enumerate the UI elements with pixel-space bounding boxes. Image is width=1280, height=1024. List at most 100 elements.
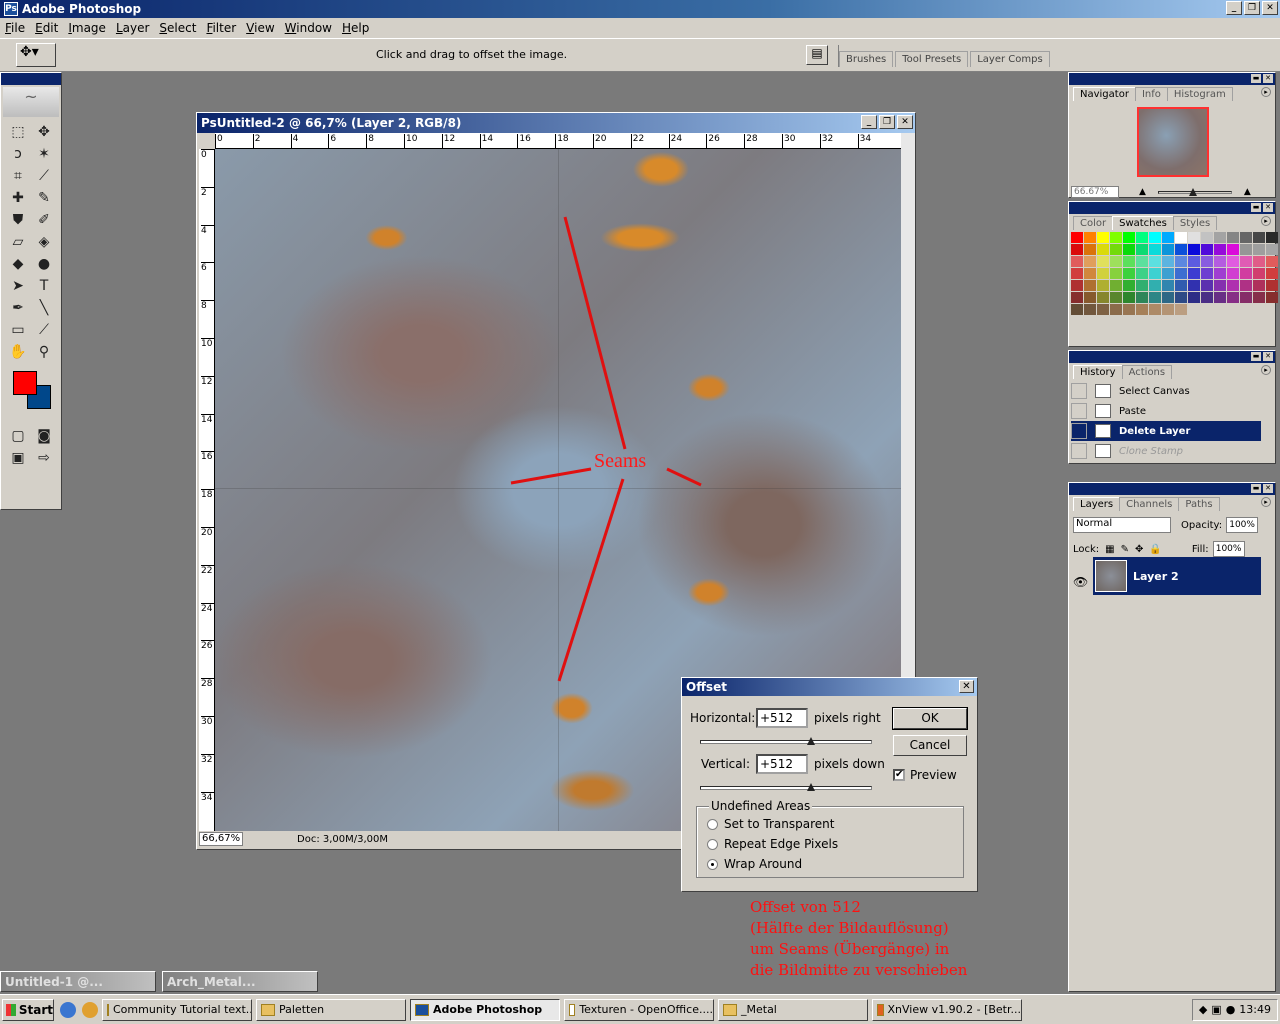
brush-tool-icon[interactable]: ✎ (31, 187, 57, 209)
swatch[interactable] (1227, 268, 1239, 279)
healing-brush-tool-icon[interactable]: ✚ (5, 187, 31, 209)
swatch[interactable] (1188, 256, 1200, 267)
radio-set-transparent[interactable] (707, 818, 718, 830)
swatch[interactable] (1136, 280, 1148, 291)
standard-mode-icon[interactable]: ▢ (5, 425, 31, 447)
swatch[interactable] (1084, 280, 1096, 291)
file-browser-icon[interactable]: ▤ (806, 45, 828, 65)
swatch[interactable] (1240, 244, 1252, 255)
foreground-color[interactable] (13, 371, 37, 395)
swatch[interactable] (1201, 268, 1213, 279)
swatch[interactable] (1175, 268, 1187, 279)
swatch[interactable] (1110, 304, 1122, 315)
preview-checkbox[interactable]: ✔ (893, 769, 905, 781)
swatch[interactable] (1240, 280, 1252, 291)
swatch[interactable] (1240, 292, 1252, 303)
swatch[interactable] (1149, 244, 1161, 255)
history-item[interactable]: Paste (1071, 401, 1261, 421)
eye-visibility-icon[interactable]: 👁 (1073, 575, 1088, 589)
swatch[interactable] (1123, 256, 1135, 267)
tray-icon[interactable]: ▣ (1211, 1003, 1221, 1016)
swatch[interactable] (1071, 256, 1083, 267)
lock-image-icon[interactable]: ✎ (1121, 544, 1129, 555)
zoom-in-icon[interactable]: ▲ (1244, 187, 1251, 197)
task-adobe-photoshop[interactable]: Adobe Photoshop (410, 998, 560, 1021)
swatch[interactable] (1201, 244, 1213, 255)
dialog-close-button[interactable]: ✕ (959, 680, 974, 693)
dodge-tool-icon[interactable]: ● (31, 253, 57, 275)
line-tool-icon[interactable]: ╲ (31, 297, 57, 319)
task-xnview[interactable]: XnView v1.90.2 - [Betr... (872, 998, 1022, 1021)
palette-close-button[interactable]: ✕ (1263, 203, 1273, 212)
horizontal-ruler[interactable]: 0 2 4 6 8 10 12 14 16 18 20 22 24 26 28 30 32 34 (215, 133, 915, 149)
swatch[interactable] (1071, 232, 1083, 243)
swatch[interactable] (1071, 280, 1083, 291)
swatch[interactable] (1201, 256, 1213, 267)
layer-row-selected[interactable]: Layer 2 (1093, 557, 1261, 595)
swatch[interactable] (1136, 268, 1148, 279)
blend-mode-select[interactable]: Normal (1073, 517, 1171, 533)
doc-close-button[interactable]: ✕ (897, 115, 913, 129)
swatch[interactable] (1266, 292, 1278, 303)
tab-paths[interactable]: Paths (1178, 497, 1220, 511)
task-community-tutorial[interactable]: Community Tutorial text... (102, 998, 252, 1021)
restore-button[interactable]: ❐ (1244, 1, 1260, 15)
swatch[interactable] (1136, 292, 1148, 303)
swatch[interactable] (1123, 292, 1135, 303)
navigator-thumbnail[interactable] (1137, 107, 1209, 177)
history-brush-tool-icon[interactable]: ✐ (31, 209, 57, 231)
start-button[interactable]: Start (2, 998, 54, 1021)
doc-size[interactable]: Doc: 3,00M/3,00M (297, 834, 388, 845)
swatch[interactable] (1110, 244, 1122, 255)
swatch[interactable] (1097, 244, 1109, 255)
palette-header[interactable]: ▬ ✕ (1069, 351, 1275, 363)
swatch[interactable] (1162, 244, 1174, 255)
swatch[interactable] (1266, 256, 1278, 267)
palette-minimize-button[interactable]: ▬ (1251, 352, 1261, 361)
swatch[interactable] (1214, 232, 1226, 243)
swatch[interactable] (1240, 256, 1252, 267)
swatch[interactable] (1162, 256, 1174, 267)
palette-header[interactable]: ▬ ✕ (1069, 73, 1275, 85)
eraser-tool-icon[interactable]: ▱ (5, 231, 31, 253)
paint-bucket-tool-icon[interactable]: ◈ (31, 231, 57, 253)
swatch[interactable] (1253, 292, 1265, 303)
menu-select[interactable]: Select (154, 21, 201, 35)
swatch[interactable] (1123, 304, 1135, 315)
tab-brushes[interactable]: Brushes (839, 51, 894, 67)
minimized-document[interactable]: Arch_Metal... (162, 971, 318, 992)
tab-histogram[interactable]: Histogram (1166, 87, 1233, 101)
hand-tool-icon[interactable]: ✋ (5, 341, 31, 363)
swatch[interactable] (1149, 304, 1161, 315)
swatch[interactable] (1162, 280, 1174, 291)
swatch[interactable] (1240, 232, 1252, 243)
swatch[interactable] (1084, 292, 1096, 303)
menu-layer[interactable]: Layer (111, 21, 154, 35)
swatch[interactable] (1175, 292, 1187, 303)
swatch[interactable] (1266, 232, 1278, 243)
swatch-grid[interactable] (1071, 232, 1278, 315)
history-item[interactable]: Clone Stamp (1071, 441, 1261, 461)
swatch[interactable] (1136, 232, 1148, 243)
clone-stamp-tool-icon[interactable]: ⛊ (5, 209, 31, 231)
minimize-button[interactable]: _ (1226, 1, 1242, 15)
swatch[interactable] (1071, 304, 1083, 315)
history-item[interactable]: Select Canvas (1071, 381, 1261, 401)
swatch[interactable] (1136, 304, 1148, 315)
swatch[interactable] (1136, 244, 1148, 255)
swatch[interactable] (1097, 256, 1109, 267)
tab-tool-presets[interactable]: Tool Presets (895, 51, 969, 67)
swatch[interactable] (1162, 268, 1174, 279)
cancel-button[interactable]: Cancel (893, 735, 967, 756)
vertical-input[interactable]: +512 (756, 754, 808, 774)
palette-menu-icon[interactable]: ▸ (1261, 497, 1271, 507)
swatch[interactable] (1175, 256, 1187, 267)
swatch[interactable] (1110, 292, 1122, 303)
vertical-ruler[interactable]: 0 2 4 6 8 10 12 14 16 18 20 22 24 26 28 30 32 34 (199, 149, 215, 831)
swatch[interactable] (1227, 256, 1239, 267)
horizontal-slider-knob[interactable] (807, 737, 815, 745)
swatch[interactable] (1214, 268, 1226, 279)
swatch[interactable] (1149, 280, 1161, 291)
palette-close-button[interactable]: ✕ (1263, 74, 1273, 83)
palette-menu-icon[interactable]: ▸ (1261, 87, 1271, 97)
